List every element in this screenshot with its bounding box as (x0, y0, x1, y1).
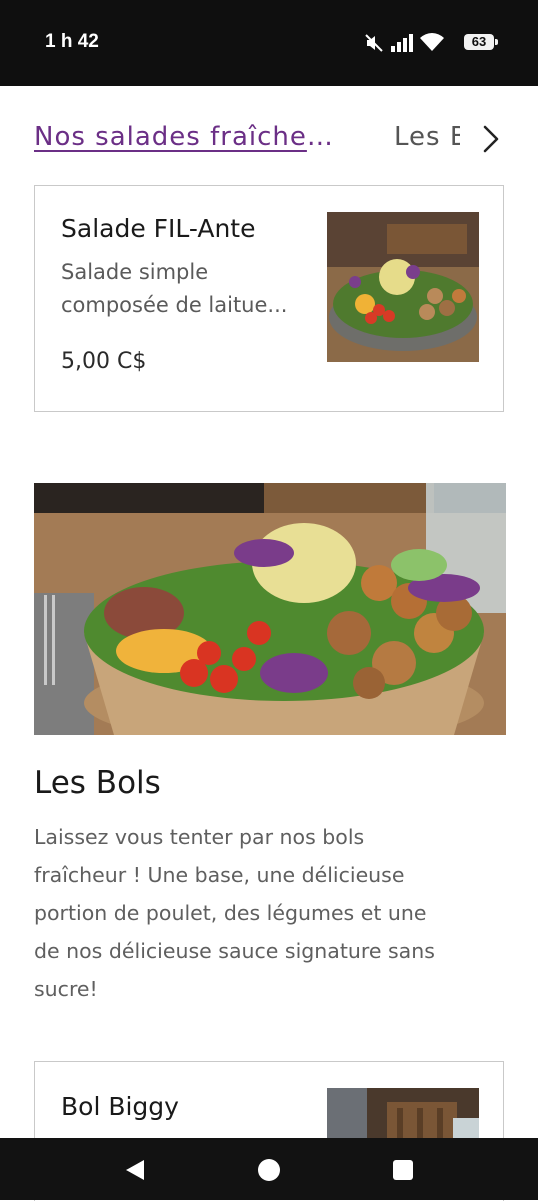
tab-salades[interactable]: Nos salades fraîche... (34, 122, 334, 152)
status-bar: 1 h 42 63 (0, 0, 538, 86)
bol-photo (327, 1088, 479, 1140)
salad-photo (327, 212, 479, 362)
recents-icon[interactable] (390, 1157, 416, 1183)
section-description-line: fraîcheur ! Une base, une délicieuse (34, 863, 405, 887)
wifi-icon (420, 33, 444, 51)
status-time: 1 h 42 (45, 31, 99, 52)
item-name: Bol Biggy (61, 1092, 179, 1121)
item-description: Salade simple composée de laitue... (61, 256, 311, 322)
item-price: 5,00 C$ (61, 349, 147, 374)
section-description-line: de nos délicieuse sauce signature sans (34, 939, 435, 963)
menu-item-card-salade[interactable]: Salade FIL-Ante Salade simple composée d… (34, 185, 504, 412)
section-description-line: portion de poulet, des légumes et une (34, 901, 427, 925)
chevron-right-icon[interactable] (480, 124, 502, 154)
status-icons: 63 (364, 30, 498, 56)
mute-icon (365, 34, 383, 52)
section-title: Les Bols (34, 765, 161, 801)
item-description-line: composée de laitue... (61, 293, 288, 317)
tab-bols[interactable]: Les Bols (394, 122, 460, 152)
section-description: Laissez vous tenter par nos bols fraîche… (34, 818, 504, 1008)
section-description-line: Laissez vous tenter par nos bols (34, 825, 365, 849)
category-tabs: Nos salades fraîche... Les Bols (0, 86, 538, 186)
battery-icon: 63 (464, 34, 498, 50)
signal-icon (391, 34, 413, 52)
item-description-line: Salade simple (61, 260, 209, 284)
system-nav-bar (0, 1138, 538, 1200)
bols-hero-photo (34, 483, 506, 735)
item-name: Salade FIL-Ante (61, 214, 256, 243)
section-description-line: sucre! (34, 977, 98, 1001)
back-icon[interactable] (122, 1157, 148, 1183)
home-icon[interactable] (256, 1157, 282, 1183)
